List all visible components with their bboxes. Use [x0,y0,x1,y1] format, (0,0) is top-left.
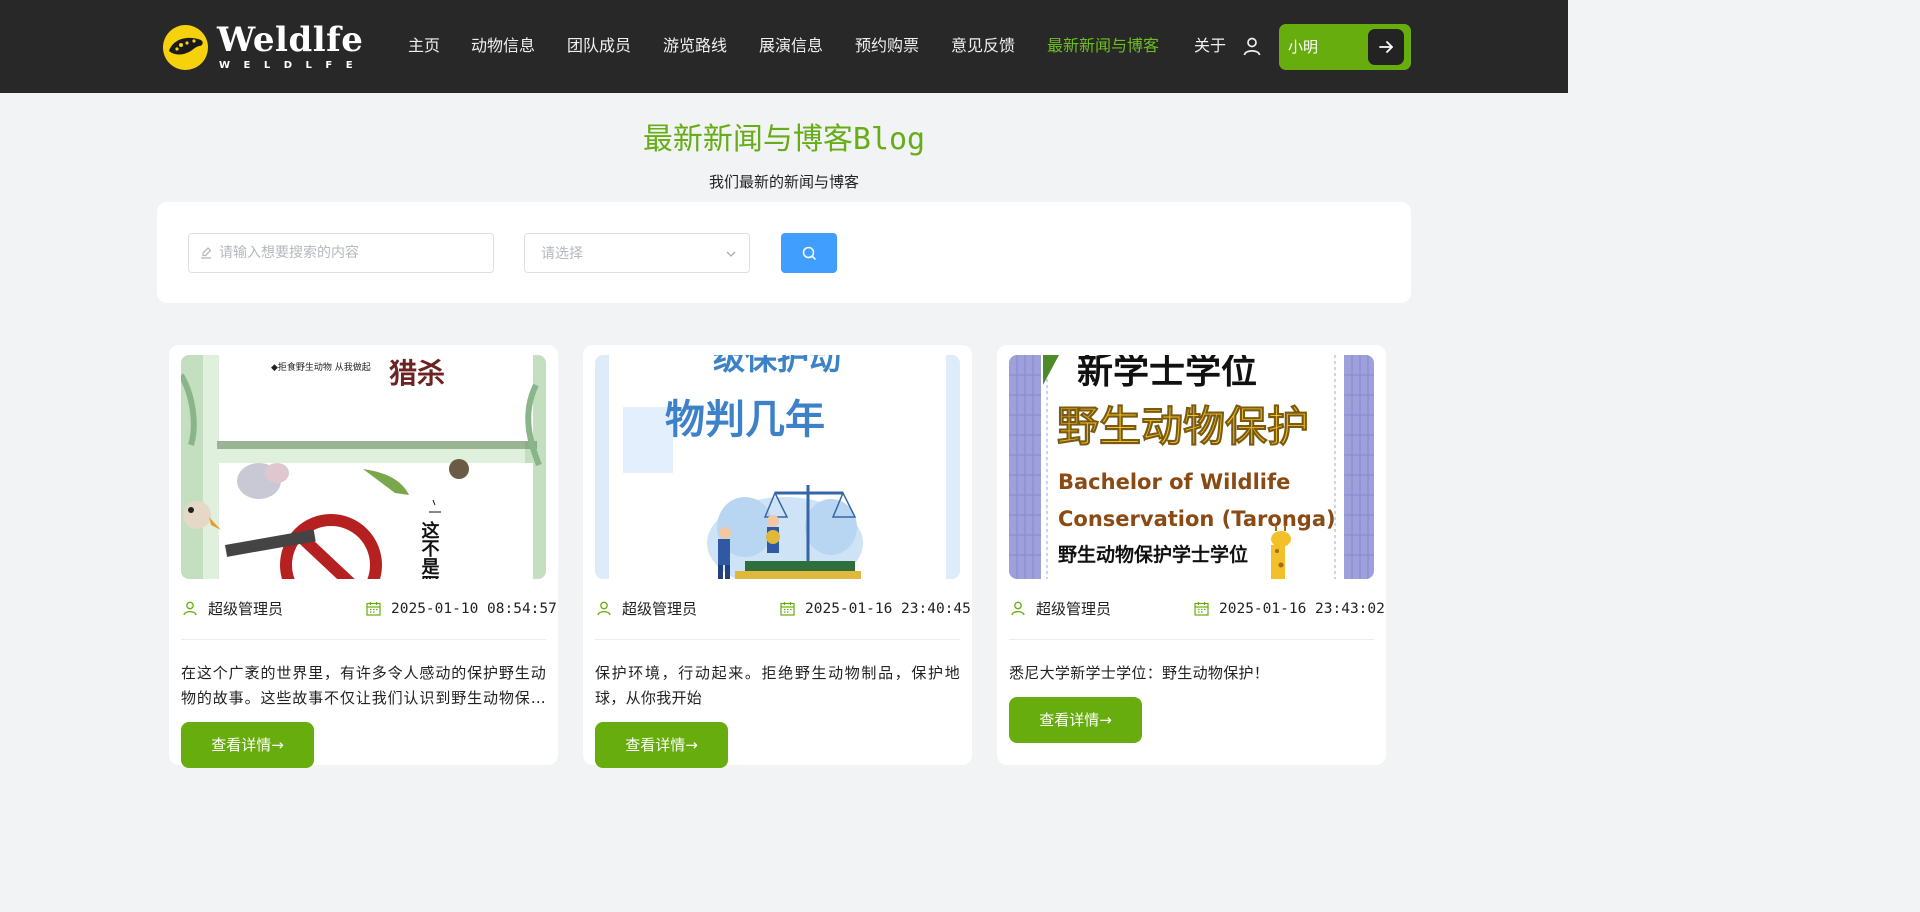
image-line-2: 野生动物保护 [1057,402,1309,451]
blog-card: 新学士学位 野生动物保护 Bachelor of Wildlife Conser… [997,345,1386,765]
image-line-1: 级保护动 [713,355,841,377]
user-account-box[interactable]: 小明 [1279,24,1411,70]
post-date: 2025-01-16 23:43:02 [1219,601,1385,617]
post-summary: 保护环境，行动起来。拒绝野生动物制品，保护地球，从你我开始 [595,664,960,707]
chevron-down-icon [726,251,736,257]
image-headline: 猎杀 [389,357,445,390]
post-author: 超级管理员 [1036,600,1112,618]
pencil-icon [201,247,212,259]
nav-tickets[interactable]: 预约购票 [855,34,919,58]
nav-feedback[interactable]: 意见反馈 [951,34,1015,58]
nav-home[interactable]: 主页 [408,34,440,58]
image-side-text: 这不是野 [419,520,441,579]
calendar-icon [366,602,381,616]
user-name: 小明 [1288,38,1319,56]
blog-card-image[interactable]: ◆拒食野生动物 从我做起 猎杀 这不是野 [181,355,546,579]
post-author: 超级管理员 [208,600,284,618]
post-author: 超级管理员 [622,600,698,618]
card-divider [181,639,546,640]
select-placeholder: 请选择 [541,246,583,262]
leopard-logo-icon [163,25,208,70]
nav-routes[interactable]: 游览路线 [663,34,727,58]
blog-card-image[interactable]: 级保护动 物判几年 [595,355,960,579]
search-icon [802,246,817,261]
calendar-icon [780,602,795,616]
search-input[interactable] [219,240,487,266]
post-summary: 悉尼大学新学士学位：野生动物保护！ [1009,664,1270,682]
post-summary: 在这个广袤的世界里，有许多令人感动的保护野生动物的故事。这些故事不仅让我们认识到… [181,664,546,707]
image-line-4: Conservation (Taronga) [1058,507,1336,531]
search-panel: 请选择 [157,202,1411,303]
search-button[interactable] [781,233,837,273]
image-line-5: 野生动物保护学士学位 [1058,543,1248,566]
top-navbar: Weldlfe WELDLFE 主页 动物信息 团队成员 游览路线 展演信息 预… [0,0,1568,93]
author-icon [1011,601,1025,616]
post-date: 2025-01-10 08:54:57 [391,601,557,617]
blog-card-image[interactable]: 新学士学位 野生动物保护 Bachelor of Wildlife Conser… [1009,355,1374,579]
card-divider [595,639,960,640]
blog-card: 级保护动 物判几年 超级管理员 2025-01-16 23:40:45 保护环境… [583,345,972,768]
nav-animals[interactable]: 动物信息 [471,34,535,58]
search-field[interactable] [188,233,494,273]
post-date: 2025-01-16 23:40:45 [805,601,971,617]
calendar-icon [1194,602,1209,616]
page-title: 最新新闻与博客Blog [642,122,926,157]
brand-subtitle: WELDLFE [219,60,367,71]
image-top-text: ◆拒食野生动物 从我做起 [271,361,371,373]
view-details-button[interactable]: 查看详情→ [181,722,314,768]
logout-button[interactable] [1368,29,1404,65]
category-select[interactable]: 请选择 [524,233,750,273]
author-icon [183,601,197,616]
brand-logo[interactable]: Weldlfe WELDLFE [163,20,367,72]
image-line-3: Bachelor of Wildlife [1058,470,1290,494]
nav-team[interactable]: 团队成员 [567,34,631,58]
arrow-right-icon [1379,41,1393,53]
card-divider [1009,639,1374,640]
image-line-2: 物判几年 [665,397,825,443]
blog-card: ◆拒食野生动物 从我做起 猎杀 这不是野 超级管理员 2025-01-10 08… [169,345,558,768]
page-subtitle: 我们最新的新闻与博客 [708,173,859,191]
nav-shows[interactable]: 展演信息 [759,34,823,58]
brand-title: Weldlfe [217,20,364,60]
view-details-button[interactable]: 查看详情→ [1009,697,1142,743]
view-details-button[interactable]: 查看详情→ [595,722,728,768]
user-icon[interactable] [1242,36,1262,56]
nav-news-blog[interactable]: 最新新闻与博客 [1047,34,1159,58]
image-line-1: 新学士学位 [1077,355,1257,392]
nav-about[interactable]: 关于 [1194,34,1226,58]
author-icon [597,601,611,616]
